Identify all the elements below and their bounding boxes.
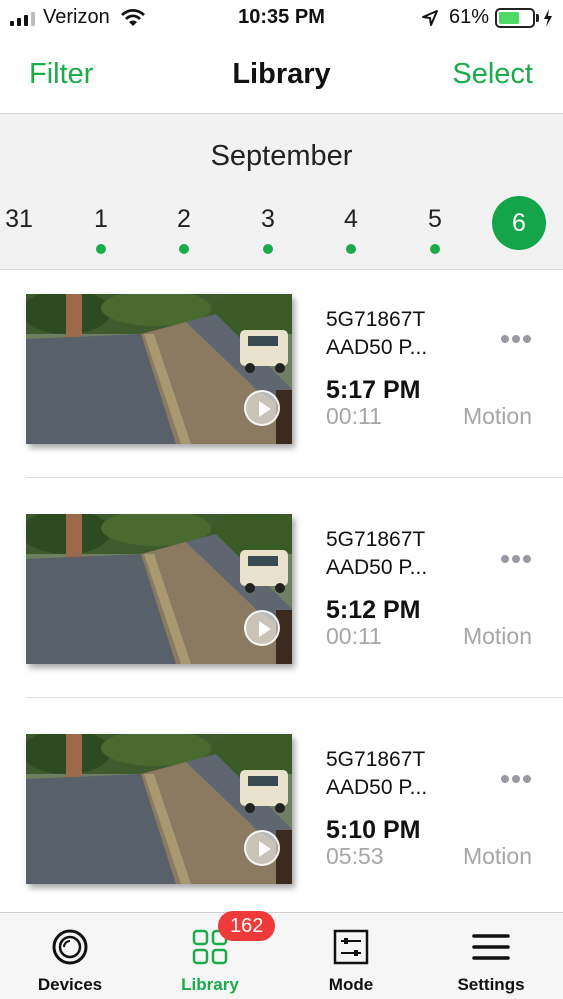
more-options-icon[interactable] xyxy=(501,774,531,784)
date-day-2[interactable]: 2 xyxy=(157,198,211,254)
date-day-6[interactable]: 6 xyxy=(492,196,546,250)
tab-devices[interactable]: Devices xyxy=(0,913,140,999)
date-day-number: 6 xyxy=(512,209,526,237)
date-day-number: 5 xyxy=(428,205,442,233)
clip-thumbnail[interactable] xyxy=(26,294,292,444)
date-day-number: 4 xyxy=(344,205,358,233)
clip-trigger-type: Motion xyxy=(462,843,532,869)
tab-library-label: Library xyxy=(181,975,239,994)
clip-list-item[interactable]: 5G71867T AAD50 P... 5:12 PM 00:11 Motion xyxy=(0,498,563,718)
date-day-4[interactable]: 4 xyxy=(324,198,378,254)
select-button[interactable]: Select xyxy=(452,58,533,91)
clip-device-name-line1: 5G71867T xyxy=(326,308,426,331)
tab-mode[interactable]: Mode xyxy=(281,913,421,999)
clip-device-name-line2: AAD50 P... xyxy=(326,336,428,359)
clip-thumbnail[interactable] xyxy=(26,734,292,884)
tab-mode-label: Mode xyxy=(328,975,374,994)
clip-list-item[interactable]: 5G71867T AAD50 P... 5:17 PM 00:11 Motion xyxy=(0,278,563,498)
more-options-icon[interactable] xyxy=(501,554,531,564)
hamburger-icon xyxy=(472,934,510,960)
month-label: September xyxy=(210,140,353,172)
date-day-number: 31 xyxy=(5,205,33,233)
clip-device-name-line2: AAD50 P... xyxy=(326,556,428,579)
play-icon[interactable] xyxy=(244,610,280,646)
camera-lens-icon xyxy=(52,929,88,965)
clip-list-item[interactable]: 5G71867T AAD50 P... 5:10 PM 05:53 Motion xyxy=(0,718,563,938)
clip-duration: 00:11 xyxy=(326,403,382,429)
date-strip: September 31 1 2 3 4 5 6 xyxy=(0,114,563,270)
date-day-number: 3 xyxy=(261,205,275,233)
clip-trigger-type: Motion xyxy=(462,623,532,649)
tab-bar: Devices 162 Library Mode Settings xyxy=(0,911,563,999)
date-day-31[interactable]: 31 xyxy=(0,198,46,252)
charging-bolt-icon xyxy=(544,8,552,27)
library-count-badge: 162 xyxy=(218,911,276,941)
clip-timestamp: 5:17 PM xyxy=(326,376,421,404)
event-dot-indicator xyxy=(263,244,273,254)
location-arrow-icon xyxy=(421,9,438,26)
play-icon[interactable] xyxy=(244,390,280,426)
event-dot-indicator xyxy=(346,244,356,254)
date-day-number: 1 xyxy=(94,205,108,233)
battery-percent: 61% xyxy=(448,6,489,28)
more-options-icon[interactable] xyxy=(501,334,531,344)
battery-icon xyxy=(495,7,535,28)
date-day-5[interactable]: 5 xyxy=(408,198,462,254)
clip-timestamp: 5:10 PM xyxy=(326,816,421,844)
play-icon[interactable] xyxy=(244,830,280,866)
event-dot-indicator xyxy=(179,244,189,254)
tab-settings[interactable]: Settings xyxy=(421,913,561,999)
clip-thumbnail[interactable] xyxy=(26,514,292,664)
clip-device-name-line2: AAD50 P... xyxy=(326,776,428,799)
tab-settings-label: Settings xyxy=(457,975,525,994)
tab-devices-label: Devices xyxy=(37,975,103,994)
tab-library[interactable]: 162 Library xyxy=(140,911,280,999)
clip-timestamp: 5:12 PM xyxy=(326,596,421,624)
list-divider xyxy=(26,697,563,698)
sliders-icon xyxy=(333,929,369,965)
clip-device-name-line1: 5G71867T xyxy=(326,528,426,551)
status-bar: Verizon 10:35 PM 61% xyxy=(0,0,563,36)
clip-duration: 00:11 xyxy=(326,623,382,649)
event-dot-indicator xyxy=(96,244,106,254)
event-dot-indicator xyxy=(430,244,440,254)
list-divider xyxy=(26,477,563,478)
date-day-1[interactable]: 1 xyxy=(74,198,128,254)
clip-duration: 05:53 xyxy=(326,843,384,869)
battery-cap xyxy=(536,13,539,22)
navigation-bar: Filter Library Select xyxy=(0,36,563,114)
date-day-3[interactable]: 3 xyxy=(241,198,295,254)
clip-device-name-line1: 5G71867T xyxy=(326,748,426,771)
date-day-number: 2 xyxy=(177,205,191,233)
clip-trigger-type: Motion xyxy=(462,403,532,429)
